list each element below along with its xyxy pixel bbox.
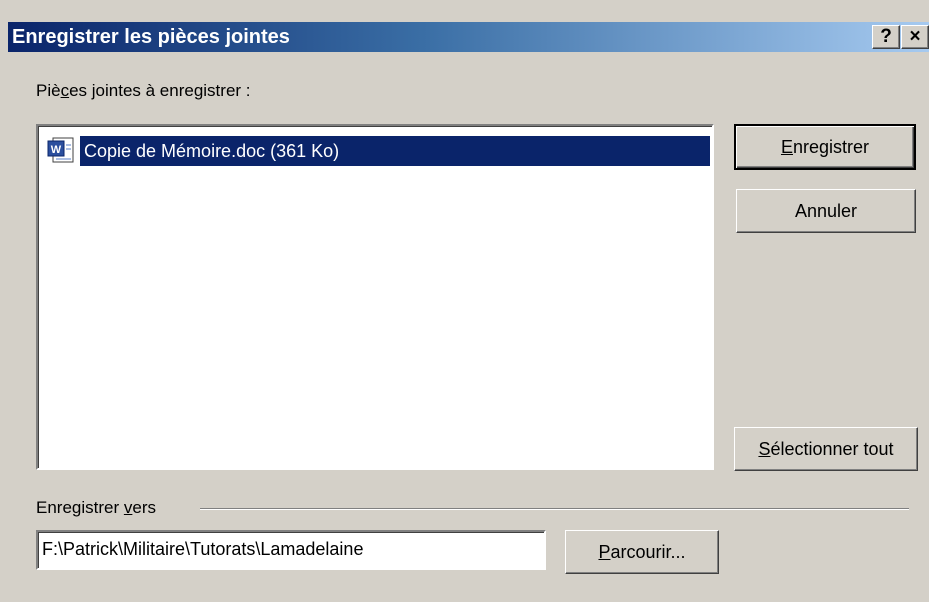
save-button-label: nregistrer <box>792 137 870 157</box>
attachments-label-part: Piè <box>36 81 61 100</box>
attachments-list[interactable]: W Copie de Mémoire.doc (361 Ko) <box>36 124 714 470</box>
attachment-name[interactable]: Copie de Mémoire.doc (361 Ko) <box>80 136 710 166</box>
attachments-label-accel: c <box>60 81 70 100</box>
save-button[interactable]: Enregistrer <box>734 124 916 170</box>
select-all-button[interactable]: Sélectionner tout <box>734 427 918 471</box>
destination-label-part: Enregistrer <box>36 498 124 517</box>
destination-path-field[interactable]: F:\Patrick\Militaire\Tutorats\Lamadelain… <box>36 530 546 570</box>
help-button[interactable]: ? <box>872 25 900 49</box>
svg-text:W: W <box>51 144 62 156</box>
attachments-label: Pièces jointes à enregistrer : <box>36 81 251 101</box>
save-attachments-dialog: Enregistrer les pièces jointes ? × Pièce… <box>0 0 929 602</box>
destination-label-rest: ers <box>132 498 156 517</box>
browse-button-accel: P <box>598 542 611 562</box>
window-title: Enregistrer les pièces jointes <box>12 26 290 48</box>
cancel-button[interactable]: Annuler <box>736 189 916 233</box>
word-document-icon: W <box>47 137 74 163</box>
title-bar[interactable]: Enregistrer les pièces jointes ? × <box>8 22 929 52</box>
browse-button[interactable]: Parcourir... <box>565 530 719 574</box>
close-button[interactable]: × <box>901 25 929 49</box>
select-all-accel: S <box>758 439 771 459</box>
select-all-label: électionner tout <box>770 439 894 459</box>
destination-label: Enregistrer vers <box>36 498 156 518</box>
list-item[interactable]: W Copie de Mémoire.doc (361 Ko) <box>44 136 710 166</box>
save-button-accel: E <box>780 137 793 157</box>
group-divider <box>200 508 909 510</box>
attachments-label-rest: es jointes à enregistrer : <box>69 81 251 100</box>
browse-button-label: arcourir... <box>610 542 686 562</box>
